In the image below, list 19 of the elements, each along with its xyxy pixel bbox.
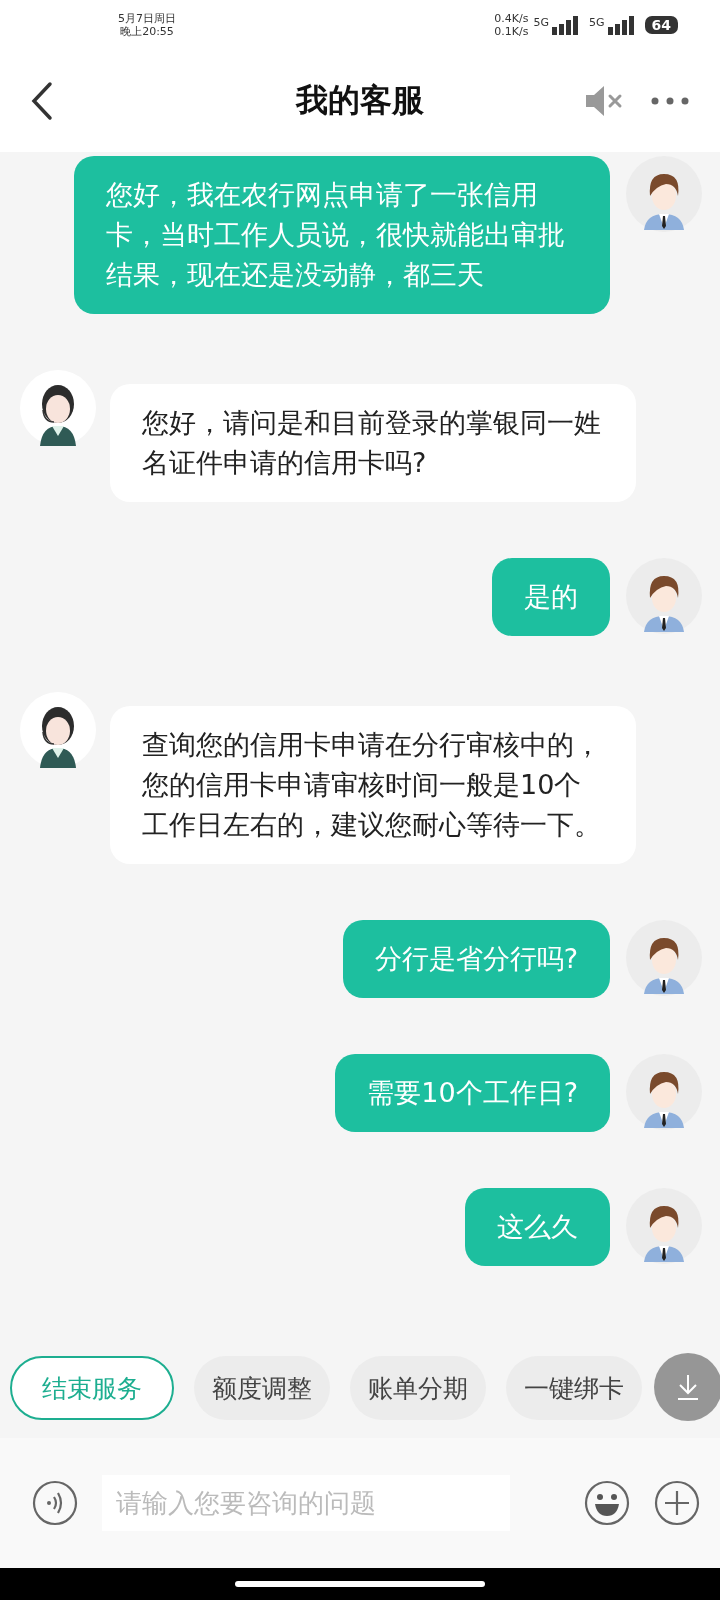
user-message: 是的 [492,558,610,636]
page-title: 我的客服 [296,80,424,121]
quick-action-chip[interactable]: 额度调整 [194,1356,330,1420]
user-message: 您好，我在农行网点申请了一张信用卡，当时工作人员说，很快就能出审批结果，现在还是没动静，都三天 [74,156,610,314]
agent-message: 您好，请问是和目前登录的掌银同一姓名证件申请的信用卡吗? [110,384,636,502]
battery-indicator: 64 [644,16,678,34]
status-date: 5月7日周日 [118,12,176,25]
network-label: 5G [533,16,549,29]
download-speed: 0.1K/s [494,25,529,38]
quick-action-chip[interactable]: 账单分期 [350,1356,486,1420]
user-message: 分行是省分行吗? [342,920,610,998]
status-time: 晚上20:55 [120,25,174,38]
quick-action-chip[interactable]: 一键绑卡 [506,1356,642,1420]
agent-message: 查询您的信用卡申请在分行审核中的，您的信用卡申请审核时间一般是10个工作日左右的，建议您耐心等待一下。 [110,706,636,864]
message-input[interactable]: 请输入您要咨询的问题 [102,1475,510,1531]
user-message: 这么久 [465,1188,610,1266]
upload-speed: 0.4K/s [494,12,529,25]
network-label: 5G [589,16,605,29]
user-message: 需要10个工作日? [335,1054,610,1132]
